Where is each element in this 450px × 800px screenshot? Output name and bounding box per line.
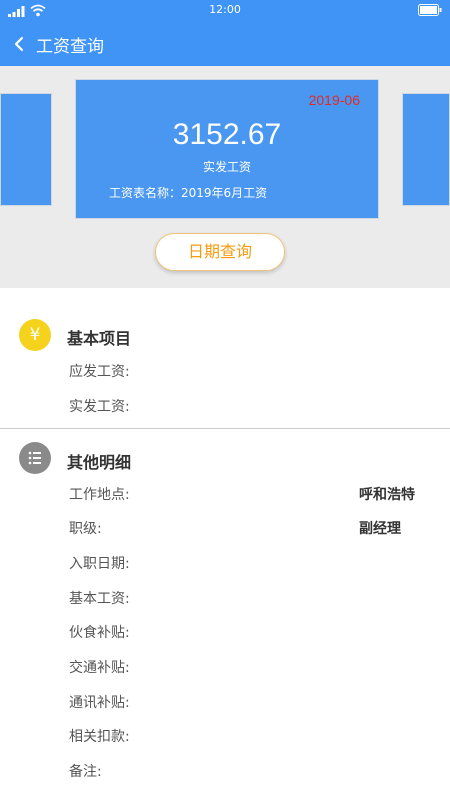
salary-amount-label: 实发工资 [202,160,251,174]
salary-sheet-name: 工资表名称：2019年6月工资 [109,186,268,200]
detail-row-label: 交通补贴: [69,660,130,676]
salary-amount: 3152.67 [172,118,282,151]
detail-section-title: 其他明细 [67,453,132,472]
back-arrow-icon[interactable] [10,33,30,55]
detail-row-label: 职级: [69,521,102,537]
basic-row-label: 应发工资: [69,364,130,380]
detail-row-label: 基本工资: [69,591,130,607]
detail-row-label: 伙食补贴: [69,625,130,641]
basic-row-label: 实发工资: [69,399,130,415]
detail-row-value: 呼和浩特 [359,487,415,503]
status-bar: 12:00 [0,0,450,22]
previous-salary-card[interactable] [0,93,52,206]
battery-icon [418,4,442,16]
list-icon [19,442,51,474]
status-time: 12:00 [209,3,241,16]
nav-bar: 工资查询 [0,22,450,66]
detail-row-label: 备注: [69,764,102,780]
yen-icon: ¥ [19,319,51,351]
detail-row-label: 工作地点: [69,487,130,503]
page-title: 工资查询 [36,37,104,57]
date-query-button[interactable]: 日期查询 [155,233,285,271]
next-salary-card[interactable] [402,93,450,206]
salary-period: 2019-06 [308,92,360,108]
list-glyph [28,451,41,465]
detail-row-value: 副经理 [359,521,401,537]
detail-row-label: 通讯补贴: [69,695,130,711]
salary-card[interactable]: 2019-06 3152.67 实发工资 工资表名称：2019年6月工资 [75,79,379,219]
detail-row-label: 相关扣款: [69,729,130,745]
detail-row-label: 入职日期: [69,556,130,572]
salary-carousel: 2019-06 3152.67 实发工资 工资表名称：2019年6月工资 日期查… [0,66,450,288]
basic-section-title: 基本项目 [67,329,132,348]
section-divider [0,428,450,429]
